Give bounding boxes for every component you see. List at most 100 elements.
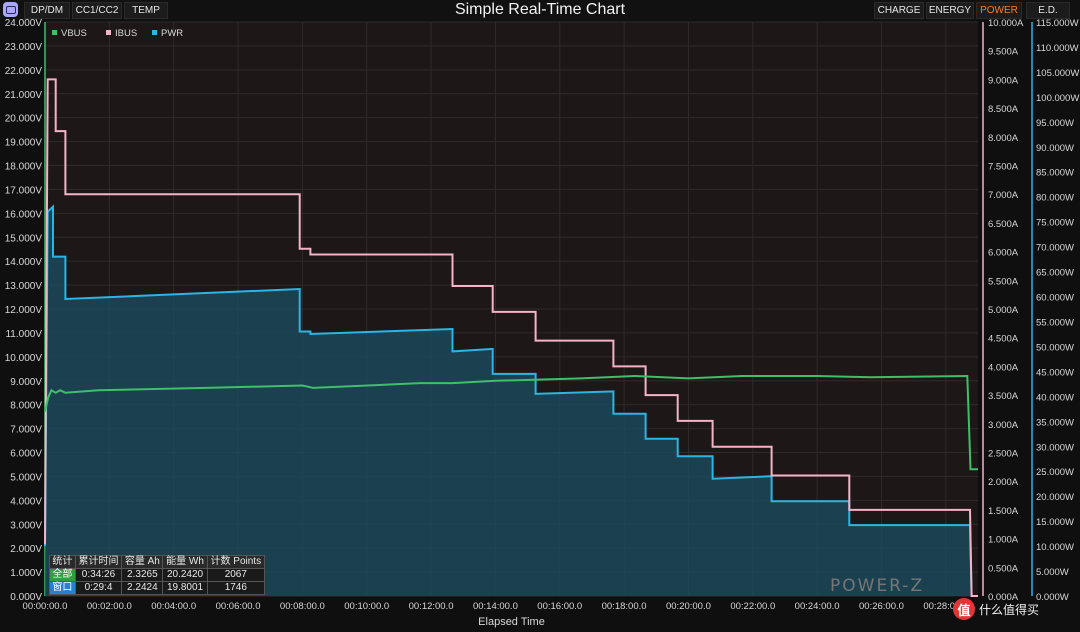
y-tick-label-a: 9.500A [988, 47, 1019, 58]
y-tick-label-w: 50.000W [1036, 342, 1074, 353]
legend-label-vbus: VBUS [61, 28, 87, 39]
y-tick-label-w: 30.000W [1036, 442, 1074, 453]
y-tick-label-w: 10.000W [1036, 542, 1074, 553]
y-tick-label-a: 7.500A [988, 162, 1019, 173]
legend-label-ibus: IBUS [115, 28, 137, 39]
y-tick-label-v: 6.000V [10, 449, 42, 460]
y-tick-label-a: 0.500A [988, 563, 1019, 574]
y-tick-label-v: 3.000V [10, 520, 42, 531]
y-tick-label-w: 80.000W [1036, 193, 1074, 204]
y-tick-label-v: 17.000V [5, 185, 43, 196]
y-tick-label-v: 19.000V [5, 138, 43, 149]
stats-cell: 窗口 [49, 581, 76, 595]
y-tick-label-v: 1.000V [10, 568, 42, 579]
y-tick-label-v: 21.000V [5, 90, 43, 101]
y-tick-label-a: 7.000A [988, 190, 1019, 201]
y-tick-label-v: 4.000V [10, 496, 42, 507]
y-tick-label-w: 15.000W [1036, 517, 1074, 528]
y-tick-label-w: 20.000W [1036, 492, 1074, 503]
y-tick-label-a: 2.500A [988, 449, 1019, 460]
y-tick-label-w: 45.000W [1036, 367, 1074, 378]
y-tick-label-a: 4.000A [988, 362, 1019, 373]
x-tick-label: 00:08:00.0 [280, 601, 325, 612]
y-tick-label-a: 3.500A [988, 391, 1019, 402]
y-tick-label-v: 7.000V [10, 425, 42, 436]
y-tick-label-v: 20.000V [5, 114, 43, 125]
y-tick-label-a: 8.000A [988, 133, 1019, 144]
y-tick-label-v: 9.000V [10, 377, 42, 388]
stats-table: 统计 累计时间 容量 Ah 能量 Wh 计数 Points 全部 0:34:26… [49, 555, 266, 595]
y-tick-label-v: 16.000V [5, 209, 43, 220]
y-tick-label-w: 70.000W [1036, 243, 1074, 254]
stats-cell: 2.2424 [121, 581, 164, 595]
y-tick-label-v: 15.000V [5, 233, 43, 244]
site-logo-icon: 值 [953, 598, 975, 620]
stats-cell: 2067 [206, 568, 266, 582]
stats-cell: 0:29:4 [74, 581, 123, 595]
stats-cell: 全部 [49, 568, 76, 582]
y-tick-label-w: 65.000W [1036, 268, 1074, 279]
stats-cell: 0:34:26 [74, 568, 123, 582]
y-tick-label-v: 11.000V [5, 329, 42, 340]
stats-header: 累计时间 [74, 555, 123, 569]
y-tick-label-w: 60.000W [1036, 293, 1074, 304]
y-tick-label-w: 55.000W [1036, 317, 1074, 328]
y-tick-label-a: 6.500A [988, 219, 1019, 230]
y-tick-label-w: 105.000W [1036, 68, 1079, 79]
x-axis-label: Elapsed Time [478, 616, 545, 628]
x-tick-label: 00:14:00.0 [473, 601, 518, 612]
y-tick-label-a: 6.000A [988, 248, 1019, 259]
y-tick-label-v: 23.000V [5, 42, 43, 53]
x-tick-label: 00:20:00.0 [666, 601, 711, 612]
site-badge: 值 什么值得买 [953, 594, 1077, 624]
legend-swatch-vbus [52, 30, 57, 35]
y-tick-label-v: 18.000V [5, 162, 43, 173]
y-tick-label-v: 5.000V [10, 472, 42, 483]
y-tick-label-w: 75.000W [1036, 218, 1074, 229]
y-tick-label-w: 5.000W [1036, 567, 1069, 578]
x-tick-label: 00:10:00.0 [344, 601, 389, 612]
power-chart: 0.000V1.000V2.000V3.000V4.000V5.000V6.00… [5, 18, 1080, 628]
y-tick-label-a: 2.000A [988, 477, 1019, 488]
x-tick-label: 00:24:00.0 [795, 601, 840, 612]
y-tick-label-v: 8.000V [10, 401, 42, 412]
y-tick-label-v: 22.000V [5, 66, 43, 77]
x-tick-label: 00:22:00.0 [730, 601, 775, 612]
stats-header: 计数 Points [206, 555, 266, 569]
y-tick-label-a: 10.000A [988, 18, 1024, 29]
y-tick-label-a: 4.500A [988, 334, 1019, 345]
x-tick-label: 00:06:00.0 [216, 601, 261, 612]
x-tick-label: 00:02:00.0 [87, 601, 132, 612]
y-tick-label-v: 10.000V [5, 353, 43, 364]
y-tick-label-v: 13.000V [5, 281, 43, 292]
y-tick-label-w: 110.000W [1036, 43, 1079, 54]
y-tick-label-v: 12.000V [5, 305, 43, 316]
stats-cell: 19.8001 [162, 581, 208, 595]
stats-cell: 1746 [206, 581, 266, 595]
y-tick-label-w: 90.000W [1036, 143, 1074, 154]
stats-cell: 2.3265 [121, 568, 164, 582]
legend-swatch-pwr [152, 30, 157, 35]
legend-swatch-ibus [106, 30, 111, 35]
x-tick-label: 00:12:00.0 [409, 601, 454, 612]
y-tick-label-a: 1.000A [988, 535, 1019, 546]
y-tick-label-w: 95.000W [1036, 118, 1074, 129]
legend-label-pwr: PWR [161, 28, 183, 39]
power-z-watermark: POWER-Z [830, 576, 925, 596]
stats-cell: 20.2420 [162, 568, 208, 582]
stats-header: 统计 [49, 555, 76, 569]
y-tick-label-a: 9.000A [988, 75, 1019, 86]
y-tick-label-w: 35.000W [1036, 417, 1074, 428]
y-tick-label-w: 115.000W [1036, 18, 1079, 29]
y-tick-label-a: 5.000A [988, 305, 1019, 316]
y-tick-label-a: 5.500A [988, 276, 1019, 287]
x-tick-label: 00:04:00.0 [151, 601, 196, 612]
y-tick-label-w: 25.000W [1036, 467, 1074, 478]
y-tick-label-w: 85.000W [1036, 168, 1074, 179]
y-tick-label-v: 24.000V [5, 18, 43, 29]
site-name: 什么值得买 [979, 602, 1040, 617]
y-tick-label-v: 14.000V [5, 257, 43, 268]
x-tick-label: 00:18:00.0 [602, 601, 647, 612]
x-tick-label: 00:00:00.0 [23, 601, 68, 612]
stats-header: 能量 Wh [162, 555, 208, 569]
